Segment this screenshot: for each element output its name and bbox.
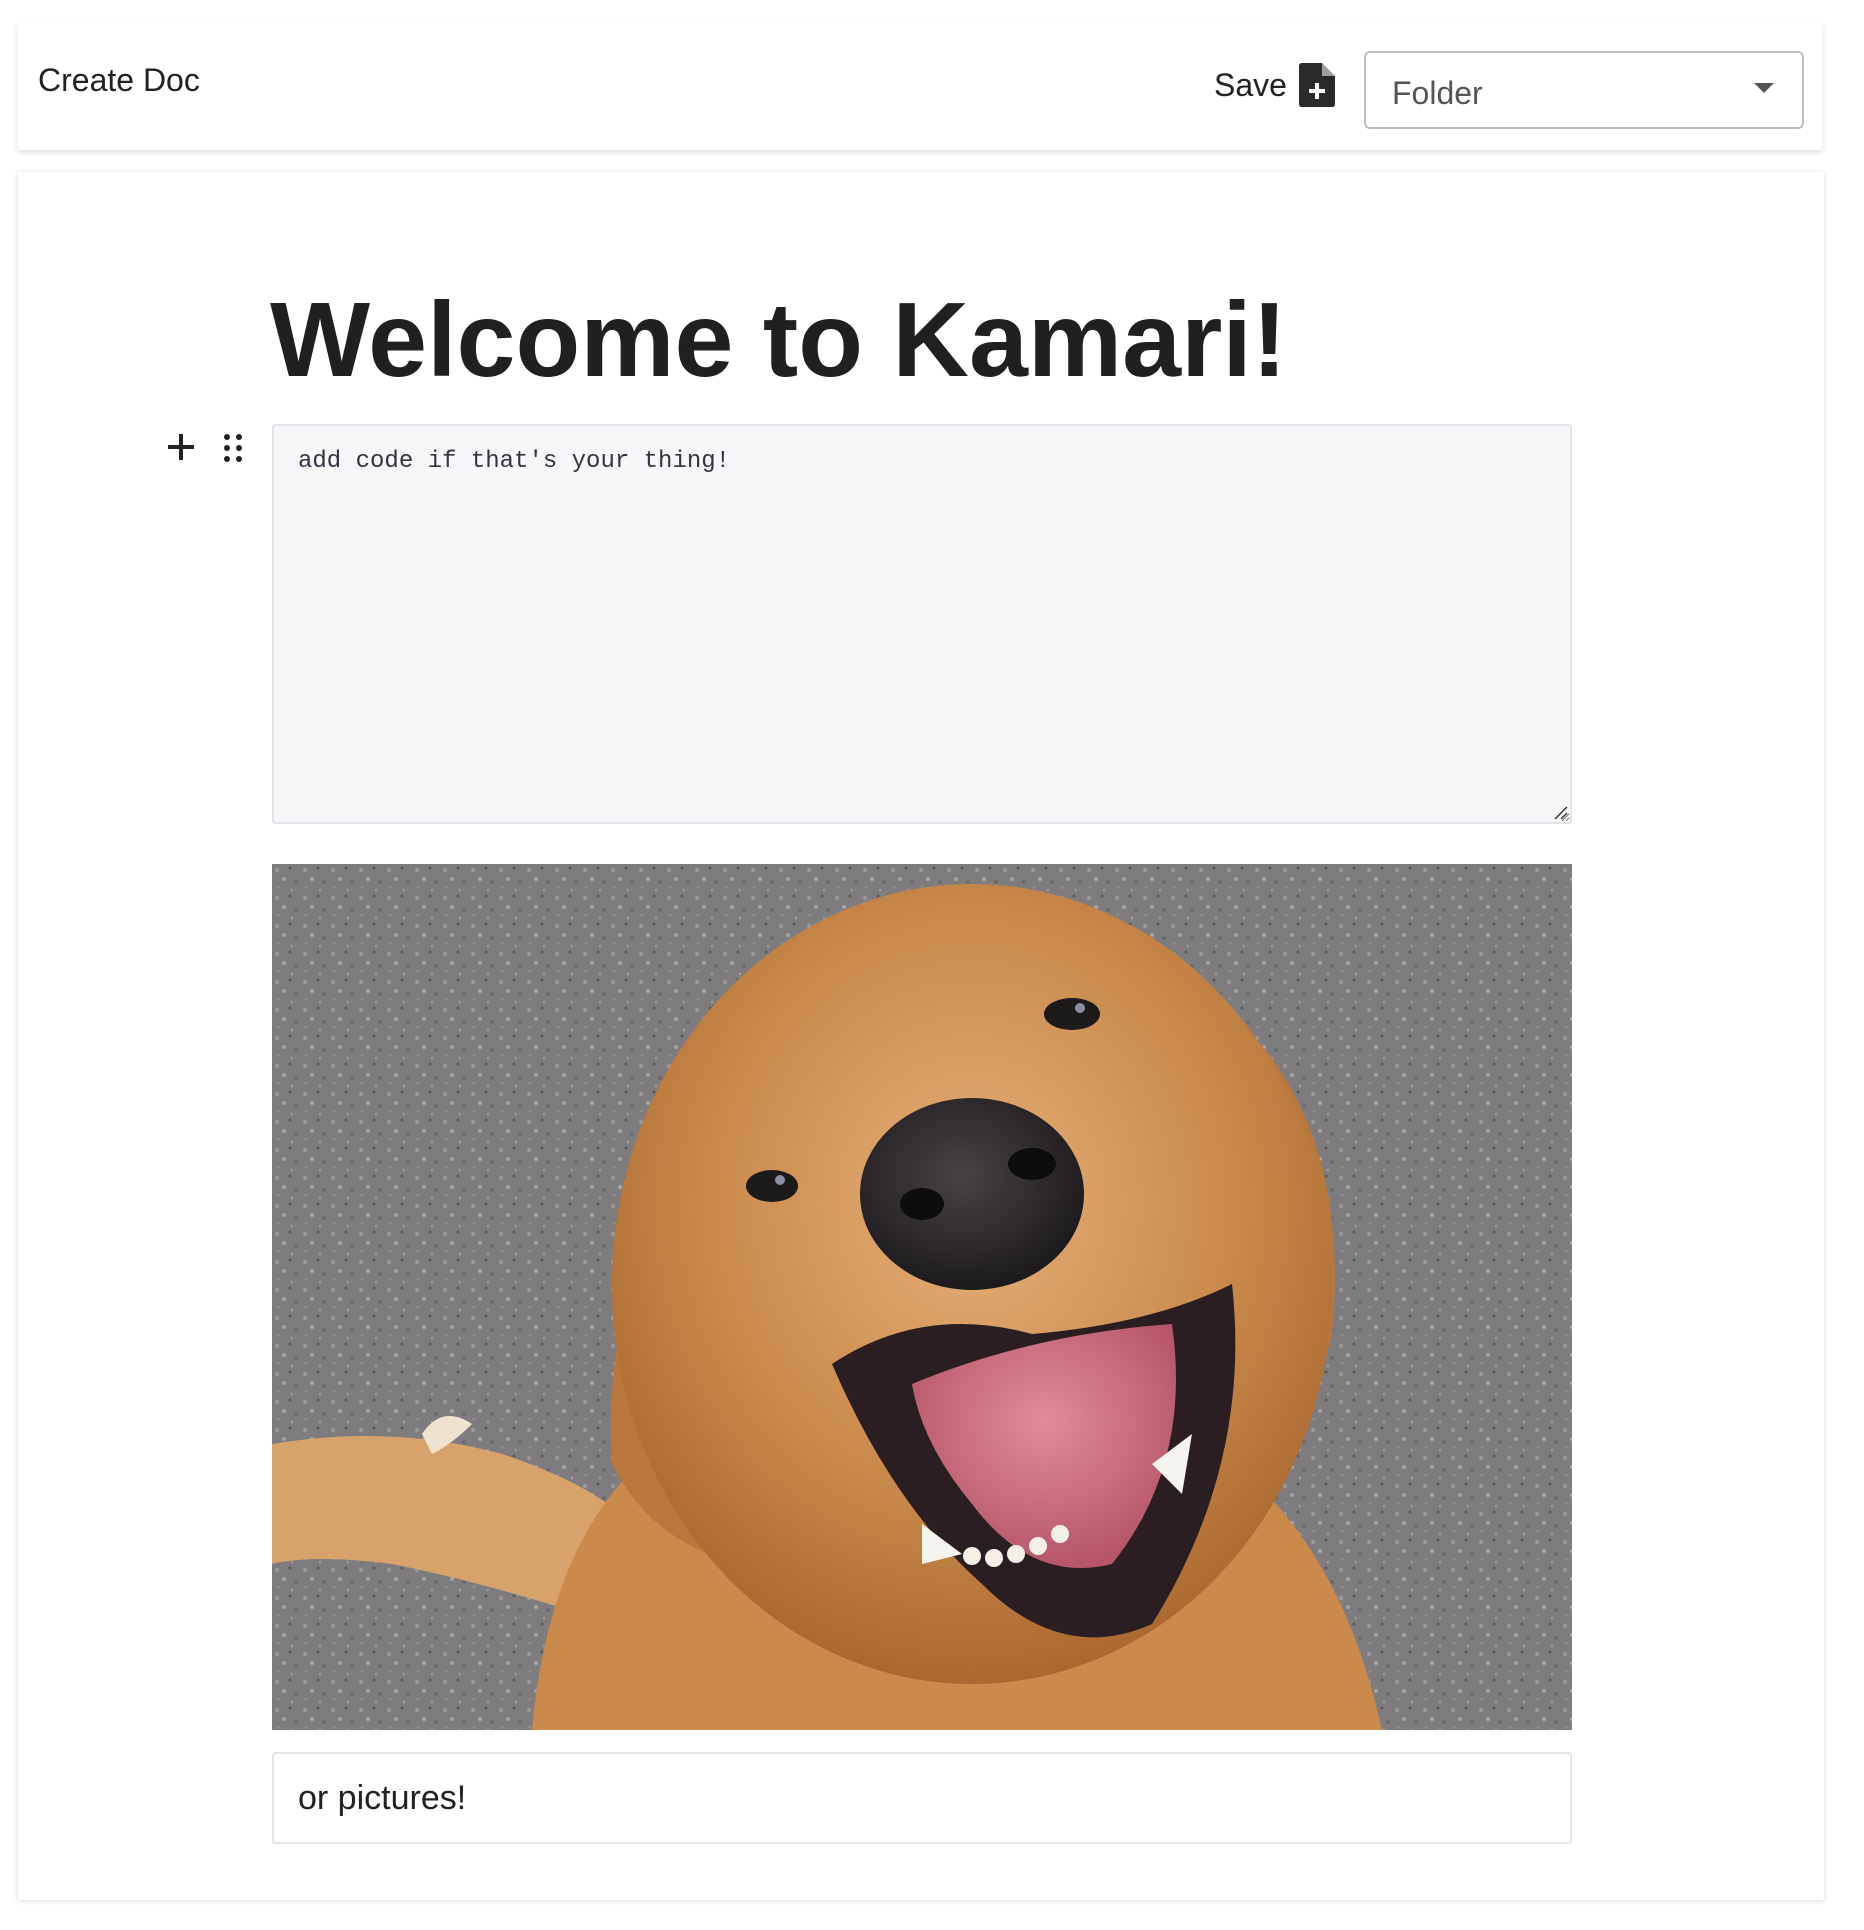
code-block-editor[interactable]: add code if that's your thing! <box>272 424 1572 824</box>
resize-handle-icon[interactable] <box>1552 804 1568 820</box>
add-block-icon[interactable] <box>166 432 196 462</box>
document-title[interactable]: Welcome to Kamari! <box>270 282 1287 399</box>
block-toolbar <box>166 432 266 472</box>
image-caption-input[interactable] <box>272 1752 1572 1844</box>
save-button[interactable]: Save <box>1214 60 1335 110</box>
dog-photo-illustration <box>272 864 1572 1730</box>
folder-select-value: Folder <box>1392 75 1483 111</box>
drag-handle-icon[interactable] <box>222 432 244 464</box>
editor-card: Welcome to Kamari! add code if that's yo… <box>18 172 1824 1900</box>
file-plus-icon <box>1298 63 1335 107</box>
page-title: Create Doc <box>38 62 200 98</box>
folder-select[interactable]: Folder <box>1364 51 1804 129</box>
save-label: Save <box>1214 66 1287 103</box>
chevron-down-icon <box>1754 83 1774 93</box>
dog-photo <box>272 864 1572 1730</box>
app-toolbar: Create Doc Save Folder <box>18 20 1822 150</box>
